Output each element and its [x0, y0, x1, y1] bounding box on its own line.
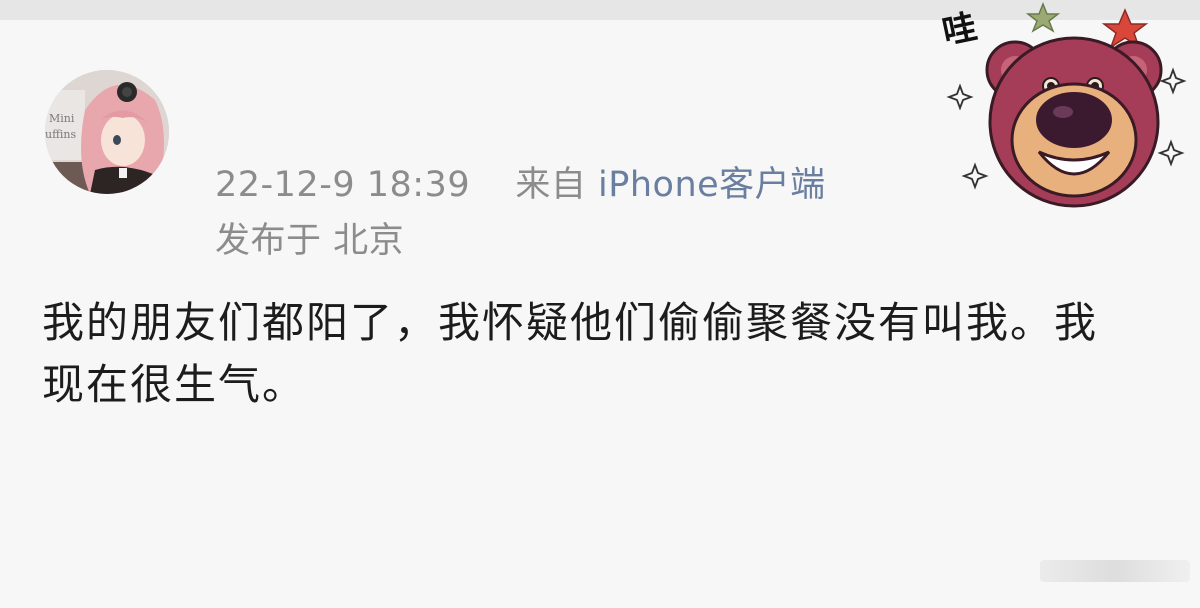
post-timestamp: 22-12-9 18:39 [215, 165, 471, 205]
user-avatar[interactable]: Mini uffins [45, 70, 169, 194]
post-meta-line: 22-12-9 18:39 来自 iPhone客户端 [215, 156, 826, 207]
watermark [1040, 560, 1190, 582]
strawberry-bear-icon [946, 1, 1187, 208]
avatar-sign-text-2: uffins [45, 128, 77, 141]
screenshot-page: Mini uffins 22-12-9 18:39 来自 iPhone客户端 发… [0, 0, 1200, 608]
anime-girl-avatar-icon: Mini uffins [45, 70, 169, 194]
avatar-sign-text-1: Mini [49, 112, 75, 125]
post-source-prefix: 来自 [515, 165, 587, 205]
post-body-text: 我的朋友们都阳了，我怀疑他们偷偷聚餐没有叫我。我现在很生气。 [42, 298, 1099, 409]
post-device-link[interactable]: iPhone客户端 [598, 165, 826, 205]
post-location: 发布于 北京 [215, 221, 405, 261]
